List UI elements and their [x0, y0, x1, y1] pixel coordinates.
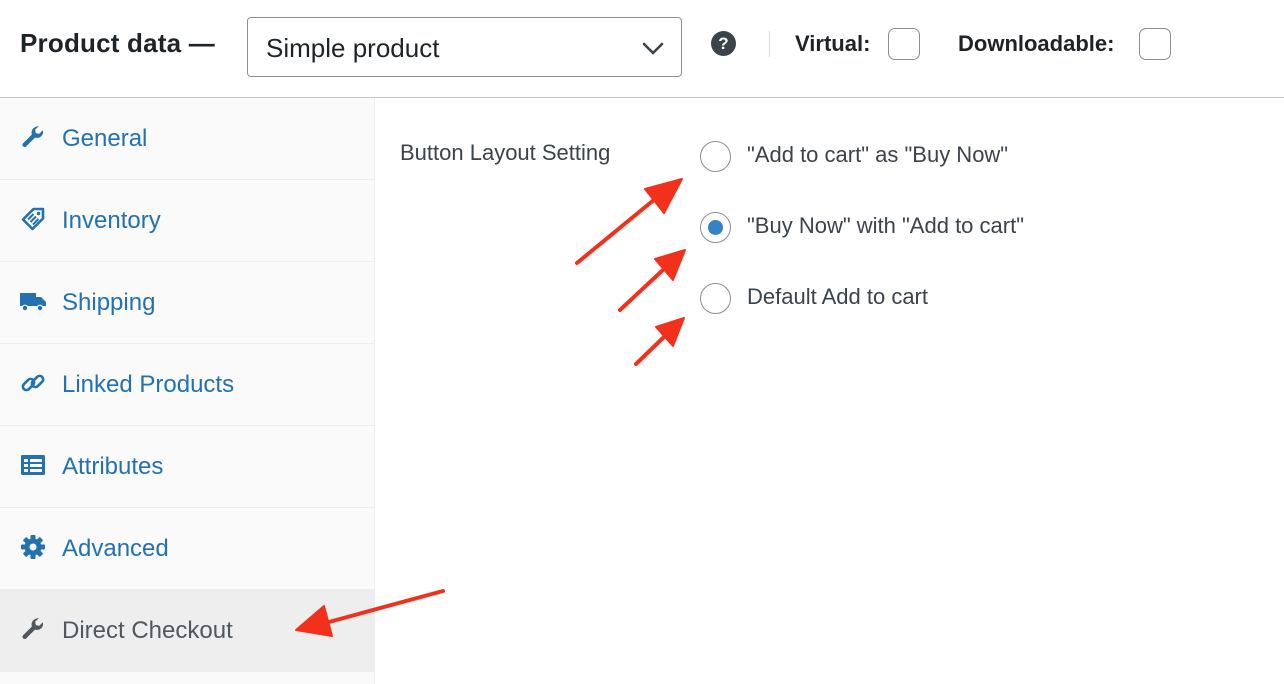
- truck-icon: [20, 293, 46, 312]
- virtual-checkbox[interactable]: [888, 28, 920, 60]
- arrow-head: [654, 249, 686, 281]
- tab-shipping-label: Shipping: [62, 289, 156, 316]
- tab-general[interactable]: General: [0, 98, 374, 180]
- arrow-head: [644, 178, 683, 214]
- arrow-head: [655, 317, 685, 347]
- radio-default-add-to-cart[interactable]: [700, 283, 731, 314]
- gear-icon: [21, 535, 45, 559]
- product-data-tabs: General Inventory Shipping Linked Produc…: [0, 98, 375, 684]
- radio-add-to-cart-as-buy-now-label[interactable]: "Add to cart" as "Buy Now": [747, 142, 1008, 168]
- product-type-selected-value: Simple product: [266, 33, 440, 63]
- downloadable-label: Downloadable:: [958, 31, 1115, 56]
- button-layout-setting-label: Button Layout Setting: [400, 140, 611, 165]
- tab-attributes-label: Attributes: [62, 453, 164, 480]
- tab-advanced-label: Advanced: [62, 535, 169, 562]
- tab-inventory-label: Inventory: [62, 207, 161, 234]
- arrow-shaft: [575, 197, 657, 265]
- link-icon: [21, 374, 45, 392]
- tab-linked-products-label: Linked Products: [62, 371, 235, 398]
- arrow-shaft: [634, 334, 667, 366]
- arrow-shaft: [618, 267, 666, 312]
- header-divider: [769, 31, 770, 57]
- downloadable-checkbox[interactable]: [1139, 28, 1171, 60]
- chevron-down-icon: [642, 42, 664, 55]
- list-icon: [21, 455, 45, 475]
- question-icon[interactable]: ?: [711, 31, 736, 56]
- tab-attributes[interactable]: Attributes: [0, 426, 374, 508]
- tab-inventory[interactable]: Inventory: [0, 180, 374, 262]
- radio-add-to-cart-as-buy-now[interactable]: [700, 141, 731, 172]
- product-data-header: Product data — Simple product ? Virtual:…: [0, 0, 1284, 98]
- product-data-title: Product data —: [20, 28, 215, 58]
- radio-buy-now-with-add-to-cart-label[interactable]: "Buy Now" with "Add to cart": [747, 213, 1024, 239]
- virtual-label: Virtual:: [795, 31, 871, 56]
- wrench-icon: [22, 125, 44, 148]
- tab-direct-checkout-label: Direct Checkout: [62, 617, 233, 644]
- tag-icon: [21, 207, 45, 231]
- tab-advanced[interactable]: Advanced: [0, 508, 374, 590]
- tab-shipping[interactable]: Shipping: [0, 262, 374, 344]
- tab-linked-products[interactable]: Linked Products: [0, 344, 374, 426]
- wrench-icon: [22, 617, 44, 640]
- radio-buy-now-with-add-to-cart[interactable]: [700, 212, 731, 243]
- tab-general-label: General: [62, 125, 148, 152]
- tab-direct-checkout[interactable]: Direct Checkout: [0, 590, 374, 672]
- radio-checked-dot: [707, 219, 723, 235]
- product-type-select[interactable]: Simple product: [247, 17, 682, 77]
- radio-default-add-to-cart-label[interactable]: Default Add to cart: [747, 284, 928, 310]
